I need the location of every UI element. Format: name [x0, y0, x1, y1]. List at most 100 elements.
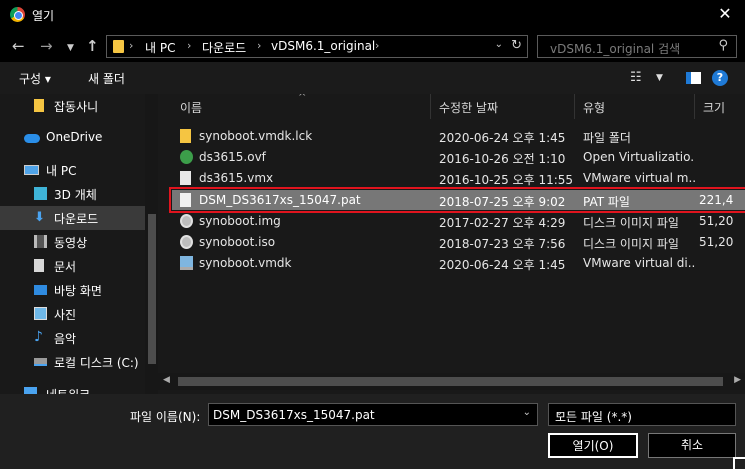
- sidebar-item-music[interactable]: ♪ 음악: [0, 326, 145, 350]
- file-icon: [180, 171, 191, 185]
- file-type: 디스크 이미지 파일: [583, 216, 679, 230]
- music-icon: ♪: [34, 329, 43, 345]
- table-row[interactable]: ds3615.vmx 2016-10-25 오후 11:55 VMware vi…: [172, 168, 745, 188]
- sidebar-item-local-disk[interactable]: 로컬 디스크 (C:): [0, 350, 145, 374]
- disk-image-icon: [180, 235, 193, 249]
- sidebar-item-label: 네트워크: [46, 386, 90, 394]
- file-type: 파일 폴더: [583, 131, 631, 145]
- chevron-right-icon: ›: [375, 39, 380, 52]
- sidebar-item-network[interactable]: 네트워크: [0, 382, 145, 394]
- refresh-icon[interactable]: ↻: [511, 38, 522, 53]
- navigation-scrollbar[interactable]: [145, 94, 158, 394]
- file-date: 2020-06-24 오후 1:45: [439, 131, 566, 145]
- filename-combobox[interactable]: ⌄: [208, 403, 538, 426]
- scroll-left-icon[interactable]: ◀: [163, 375, 170, 385]
- sidebar-item-videos[interactable]: 동영상: [0, 230, 145, 254]
- view-options-icon[interactable]: ☷: [630, 70, 642, 85]
- arrow-right-icon: →: [40, 37, 53, 55]
- resize-grip[interactable]: [733, 457, 745, 469]
- filename-label: 파일 이름(N):: [130, 410, 201, 424]
- sidebar-item-label: 동영상: [54, 236, 88, 250]
- search-placeholder: vDSM6.1_original 검색: [550, 42, 681, 56]
- table-row[interactable]: synoboot.iso 2018-07-23 오후 7:56 디스크 이미지 …: [172, 232, 745, 252]
- new-folder-button[interactable]: 새 폴더: [88, 70, 125, 87]
- recent-locations-button[interactable]: ▼: [67, 39, 74, 57]
- sidebar-item-folder[interactable]: 잡동사니: [0, 94, 145, 118]
- breadcrumb-this-pc[interactable]: 내 PC: [145, 39, 175, 56]
- document-icon: [34, 259, 44, 272]
- file-name: synoboot.vmdk.lck: [199, 129, 313, 143]
- sidebar-item-this-pc[interactable]: 내 PC: [0, 158, 145, 182]
- close-button[interactable]: ✕: [705, 0, 745, 30]
- sidebar-item-label: OneDrive: [46, 130, 103, 144]
- toolbar: 구성 ▾ 새 폴더 ☷ ▼ ?: [0, 62, 745, 94]
- column-header-size[interactable]: 크기: [695, 94, 745, 119]
- arrow-up-icon: ↑: [86, 37, 99, 55]
- drive-icon: [34, 358, 47, 366]
- sidebar-item-label: 바탕 화면: [54, 284, 102, 298]
- horizontal-scrollbar[interactable]: ◀ ▶: [158, 373, 745, 390]
- column-header-type[interactable]: 유형: [575, 94, 695, 119]
- chevron-down-icon: ⌄: [555, 407, 564, 418]
- search-icon: ⚲: [718, 38, 728, 53]
- sidebar-item-desktop[interactable]: 바탕 화면: [0, 278, 145, 302]
- breadcrumb-current-folder[interactable]: vDSM6.1_original: [271, 39, 375, 53]
- filename-input[interactable]: [209, 404, 509, 425]
- cloud-icon: [24, 134, 40, 143]
- organize-button[interactable]: 구성 ▾: [19, 70, 51, 87]
- scroll-right-icon[interactable]: ▶: [734, 375, 741, 385]
- column-header-label: 이름: [180, 101, 203, 115]
- search-box[interactable]: vDSM6.1_original 검색 ⚲: [537, 35, 737, 58]
- filetype-select[interactable]: 모든 파일 (*.*) ⌄: [548, 403, 736, 426]
- table-row[interactable]: synoboot.vmdk 2020-06-24 오후 1:45 VMware …: [172, 253, 745, 273]
- table-row[interactable]: ds3615.ovf 2016-10-26 오전 1:10 Open Virtu…: [172, 147, 745, 167]
- file-date: 2020-06-24 오후 1:45: [439, 258, 566, 272]
- sidebar-item-pictures[interactable]: 사진: [0, 302, 145, 326]
- breadcrumb-downloads[interactable]: 다운로드: [202, 39, 246, 56]
- help-icon[interactable]: ?: [712, 70, 728, 86]
- navigation-bar: ← → ▼ ↑ › 내 PC › 다운로드 › vDSM6.1_original…: [0, 30, 745, 62]
- column-header-name[interactable]: 이름 ^: [172, 94, 431, 119]
- chevron-down-icon[interactable]: ⌄: [523, 407, 531, 418]
- scrollbar-thumb[interactable]: [148, 214, 156, 364]
- file-type: Open Virtualizatio...: [583, 150, 695, 164]
- preview-pane-icon[interactable]: [686, 72, 701, 84]
- view-dropdown-icon[interactable]: ▼: [656, 73, 663, 83]
- sidebar-item-downloads[interactable]: ⬇ 다운로드: [0, 206, 145, 230]
- column-header-label: 수정한 날짜: [439, 101, 499, 115]
- forward-button[interactable]: →: [40, 37, 53, 55]
- desktop-icon: [34, 285, 47, 295]
- file-type: VMware virtual di...: [583, 256, 695, 270]
- sidebar-item-3d-objects[interactable]: 3D 개체: [0, 182, 145, 206]
- ovf-file-icon: [180, 150, 193, 164]
- file-name: synoboot.vmdk: [199, 256, 292, 270]
- scrollbar-thumb[interactable]: [178, 377, 723, 386]
- file-date: 2017-02-27 오후 4:29: [439, 216, 566, 230]
- address-dropdown-icon[interactable]: ⌄: [495, 39, 503, 50]
- table-row[interactable]: synoboot.img 2017-02-27 오후 4:29 디스크 이미지 …: [172, 211, 745, 231]
- column-header-date[interactable]: 수정한 날짜: [431, 94, 575, 119]
- folder-icon: [113, 40, 124, 53]
- sidebar-item-label: 사진: [54, 308, 77, 322]
- sidebar-item-onedrive[interactable]: OneDrive: [0, 126, 145, 150]
- file-name: DSM_DS3617xs_15047.pat: [199, 193, 361, 207]
- address-bar[interactable]: › 내 PC › 다운로드 › vDSM6.1_original › ⌄ ↻: [106, 35, 528, 58]
- cancel-button[interactable]: 취소: [648, 433, 736, 458]
- open-button[interactable]: 열기(O): [548, 433, 638, 458]
- sidebar-item-label: 다운로드: [54, 212, 99, 226]
- back-button[interactable]: ←: [12, 37, 25, 55]
- arrow-left-icon: ←: [12, 37, 25, 55]
- file-date: 2018-07-25 오후 9:02: [439, 195, 566, 209]
- file-name: synoboot.iso: [199, 235, 276, 249]
- navigation-pane: 잡동사니 OneDrive 내 PC 3D 개체 ⬇ 다운로드 동영상 문서 바: [0, 94, 158, 394]
- file-type: 디스크 이미지 파일: [583, 237, 679, 251]
- sidebar-item-label: 로컬 디스크 (C:): [54, 356, 139, 370]
- table-row[interactable]: synoboot.vmdk.lck 2020-06-24 오후 1:45 파일 …: [172, 126, 745, 146]
- table-row-selected[interactable]: DSM_DS3617xs_15047.pat 2018-07-25 오후 9:0…: [169, 187, 745, 213]
- sidebar-item-label: 3D 개체: [54, 188, 97, 202]
- file-size: 221,4: [699, 193, 734, 207]
- up-button[interactable]: ↑: [86, 37, 99, 55]
- sidebar-item-label: 잡동사니: [54, 100, 99, 114]
- sidebar-item-documents[interactable]: 문서: [0, 254, 145, 278]
- file-type: PAT 파일: [583, 195, 630, 209]
